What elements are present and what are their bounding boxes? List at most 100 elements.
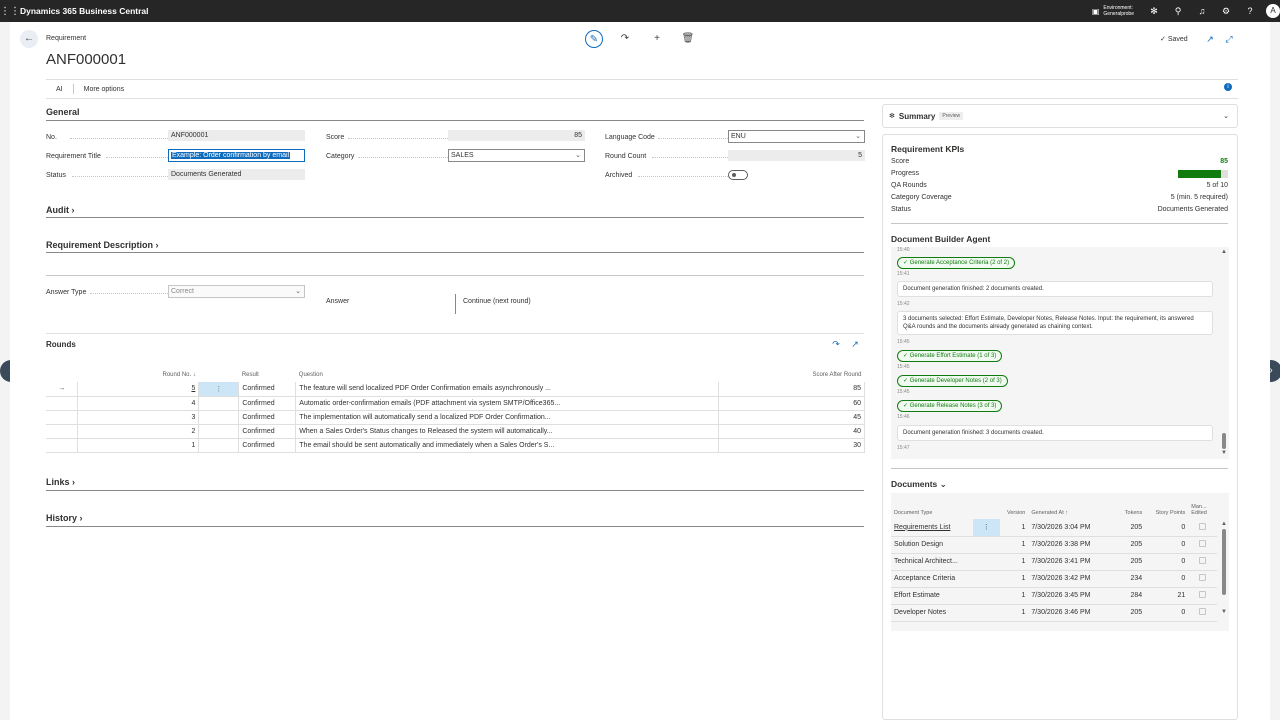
- scrollbar[interactable]: [1222, 433, 1226, 449]
- manually-edited-checkbox[interactable]: [1199, 522, 1207, 530]
- answer-type-select[interactable]: Correct ⌄: [168, 285, 305, 298]
- row-menu[interactable]: ⋮: [973, 519, 1000, 537]
- round-no-cell[interactable]: 3: [77, 410, 200, 425]
- archived-toggle[interactable]: [728, 170, 748, 180]
- column-header-version[interactable]: Version: [1000, 493, 1029, 519]
- row-menu[interactable]: [198, 438, 240, 453]
- documents-title[interactable]: Documents ⌄: [891, 479, 947, 490]
- row-marker[interactable]: [46, 438, 79, 453]
- list-item[interactable]: Requirements List ⋮ 1 7/30/2026 3:04 PM 205 0: [891, 519, 1217, 537]
- history-section-title[interactable]: History ›: [46, 513, 83, 523]
- edit-button[interactable]: ✎: [585, 30, 603, 48]
- round-no-cell[interactable]: 1: [77, 438, 200, 453]
- agent-chat[interactable]: 15:40 ✓ Generate Acceptance Criteria (2 …: [891, 247, 1229, 459]
- table-row[interactable]: 4 Confirmed Automatic order-confirmation e…: [46, 396, 865, 411]
- category-select[interactable]: SALES ⌄: [448, 149, 585, 162]
- waffle-icon[interactable]: ⋮⋮: [0, 6, 20, 17]
- document-type-cell[interactable]: Technical Architect...: [891, 553, 973, 571]
- scroll-down-icon[interactable]: ▼: [1221, 609, 1227, 615]
- column-header-story-points[interactable]: Story Points: [1145, 493, 1188, 519]
- document-type-cell[interactable]: Developer Notes: [891, 604, 973, 622]
- summary-header[interactable]: ✻ Summary Preview ⌄: [882, 104, 1238, 128]
- answer-value[interactable]: Continue (next round): [463, 298, 531, 305]
- new-button[interactable]: +: [648, 30, 666, 48]
- row-menu[interactable]: ⋮: [198, 382, 240, 397]
- document-type-cell[interactable]: Effort Estimate: [891, 587, 973, 605]
- column-header-question[interactable]: Question: [296, 368, 719, 382]
- share-icon[interactable]: ↷: [830, 339, 842, 350]
- requirement-description-section-title[interactable]: Requirement Description ›: [46, 240, 159, 250]
- audit-section-title[interactable]: Audit ›: [46, 205, 75, 215]
- open-in-new-icon[interactable]: ↗: [849, 339, 861, 350]
- scroll-down-icon[interactable]: ▼: [1221, 450, 1227, 456]
- info-icon[interactable]: i: [1224, 83, 1232, 91]
- table-row[interactable]: 1 Confirmed The email should be sent autom…: [46, 438, 865, 453]
- column-header-generated-at[interactable]: Generated At ↑: [1028, 493, 1112, 519]
- avatar[interactable]: A: [1266, 4, 1280, 18]
- row-menu[interactable]: [198, 396, 240, 411]
- gear-icon[interactable]: ⚙: [1214, 6, 1238, 17]
- requirement-title-input[interactable]: Example: Order confirmation by email: [168, 149, 305, 162]
- row-menu[interactable]: [198, 424, 240, 439]
- open-new-window-icon[interactable]: ↗: [1204, 34, 1216, 45]
- column-header-round-no[interactable]: Round No. ↓: [78, 368, 199, 382]
- manually-edited-checkbox[interactable]: [1199, 540, 1207, 547]
- rounds-section-title[interactable]: Rounds: [46, 340, 76, 349]
- column-header-tokens[interactable]: Tokens: [1112, 493, 1145, 519]
- delete-button[interactable]: 🗑: [679, 30, 697, 48]
- table-row[interactable]: 3 Confirmed The implementation will automa…: [46, 410, 865, 425]
- list-item[interactable]: Solution Design 1 7/30/2026 3:38 PM 205 0: [891, 536, 1217, 554]
- list-item[interactable]: Acceptance Criteria 1 7/30/2026 3:42 PM 234…: [891, 570, 1217, 588]
- column-header-score-after-round[interactable]: Score After Round: [719, 368, 865, 382]
- column-header-manually-edited[interactable]: Man... Edited: [1188, 493, 1217, 519]
- list-item[interactable]: Developer Notes 1 7/30/2026 3:46 PM 205 0: [891, 604, 1217, 622]
- scroll-up-icon[interactable]: ▲: [1221, 249, 1227, 255]
- row-marker[interactable]: [46, 424, 79, 439]
- scroll-up-icon[interactable]: ▲: [1221, 521, 1227, 527]
- app-title[interactable]: Dynamics 365 Business Central: [20, 6, 149, 16]
- manually-edited-checkbox[interactable]: [1199, 574, 1207, 581]
- row-marker[interactable]: [46, 410, 79, 425]
- round-no-cell[interactable]: 4: [77, 396, 200, 411]
- row-marker[interactable]: [46, 396, 79, 411]
- row-menu[interactable]: [973, 570, 1000, 588]
- row-menu[interactable]: [973, 553, 1000, 571]
- column-header-result[interactable]: Result: [239, 368, 296, 382]
- language-code-select[interactable]: ENU ⌄: [728, 130, 865, 143]
- manually-edited-checkbox[interactable]: [1199, 557, 1207, 564]
- row-marker[interactable]: →: [46, 382, 79, 397]
- row-menu[interactable]: [973, 587, 1000, 605]
- table-row[interactable]: → 5 ⋮ Confirmed The feature will send locali…: [46, 382, 865, 397]
- table-row[interactable]: 2 Confirmed When a Sales Order's Status ch…: [46, 424, 865, 439]
- step-chip[interactable]: ✓ Generate Effort Estimate (1 of 3): [897, 350, 1003, 362]
- manually-edited-checkbox[interactable]: [1199, 608, 1207, 615]
- more-options-action[interactable]: More options: [74, 86, 134, 93]
- step-chip[interactable]: ✓ Generate Release Notes (3 of 3): [897, 400, 1003, 412]
- search-icon[interactable]: ⚲: [1166, 6, 1190, 17]
- scrollbar[interactable]: [1222, 529, 1226, 595]
- step-chip[interactable]: ✓ Generate Developer Notes (2 of 3): [897, 375, 1008, 387]
- document-type-cell[interactable]: Solution Design: [891, 536, 973, 554]
- ai-action[interactable]: AI: [46, 86, 73, 93]
- column-header-document-type[interactable]: Document Type: [891, 493, 973, 519]
- row-menu[interactable]: [973, 604, 1000, 622]
- manually-edited-checkbox[interactable]: [1199, 591, 1207, 598]
- links-section-title[interactable]: Links ›: [46, 477, 75, 487]
- environment-badge[interactable]: Environment: Generalprobe: [1103, 5, 1134, 17]
- bell-icon[interactable]: ♫: [1190, 6, 1214, 16]
- general-section-title[interactable]: General: [46, 107, 80, 117]
- round-no-cell[interactable]: 2: [77, 424, 200, 439]
- copilot-icon[interactable]: ✻: [1142, 6, 1166, 17]
- row-menu[interactable]: [973, 536, 1000, 554]
- collapse-icon[interactable]: ⤢: [1223, 34, 1235, 45]
- help-icon[interactable]: ?: [1238, 6, 1262, 16]
- document-type-cell[interactable]: Requirements List: [891, 519, 973, 537]
- step-chip[interactable]: ✓ Generate Acceptance Criteria (2 of 2): [897, 257, 1016, 269]
- share-button[interactable]: ↷: [616, 30, 634, 48]
- list-item[interactable]: Effort Estimate 1 7/30/2026 3:45 PM 284 21: [891, 587, 1217, 605]
- round-no-cell[interactable]: 5: [77, 382, 200, 397]
- back-button[interactable]: ←: [20, 30, 38, 48]
- document-type-cell[interactable]: Acceptance Criteria: [891, 570, 973, 588]
- list-item[interactable]: Technical Architect... 1 7/30/2026 3:41 PM…: [891, 553, 1217, 571]
- row-menu[interactable]: [198, 410, 240, 425]
